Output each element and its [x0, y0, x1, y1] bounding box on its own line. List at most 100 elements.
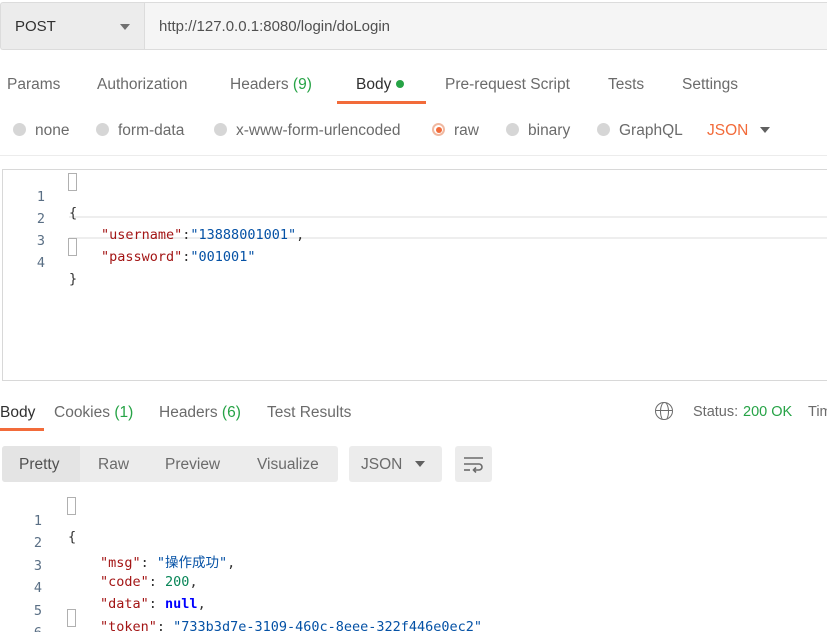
json-value: "001001" [190, 249, 256, 265]
tab-headers[interactable]: Headers (9) [230, 76, 312, 94]
radio-label: form-data [118, 122, 185, 139]
time-label: Tim [808, 404, 827, 420]
url-text: http://127.0.0.1:8080/login/doLogin [159, 18, 391, 35]
json-value: null [165, 596, 198, 612]
response-format-dropdown[interactable]: JSON [349, 446, 442, 482]
tab-pre-request-script[interactable]: Pre-request Script [445, 76, 570, 94]
code-content: "password":"001001" [101, 249, 255, 265]
json-value: "13888001001" [190, 227, 297, 243]
json-sep: , [296, 227, 305, 243]
code-line: 4 } [3, 239, 77, 287]
tab-label: Body [0, 404, 36, 421]
json-key: "data" [100, 596, 149, 612]
radio-binary[interactable]: binary [506, 122, 570, 140]
active-tab-indicator [0, 428, 44, 431]
tab-response-body[interactable]: Body [0, 404, 35, 422]
tab-test-results[interactable]: Test Results [267, 404, 351, 422]
code-content: "username":"13888001001", [101, 227, 304, 243]
code-content: "code": 200, [100, 574, 198, 590]
code-line: 5 "token": "733b3d7e-3109-460c-8eee-322f… [0, 587, 482, 632]
tab-label: Headers [230, 76, 289, 93]
radio-form-data[interactable]: form-data [96, 122, 184, 140]
code-line: 3 "code": 200, [0, 542, 198, 590]
radio-circle-icon [597, 123, 610, 136]
radio-selected-icon [432, 123, 445, 136]
body-format-dropdown[interactable]: JSON [707, 122, 748, 140]
tab-cookies[interactable]: Cookies (1) [54, 404, 133, 422]
method-dropdown[interactable]: POST [0, 2, 144, 50]
url-input[interactable]: http://127.0.0.1:8080/login/doLogin [144, 2, 827, 50]
tab-label: Headers [159, 404, 218, 421]
tab-body[interactable]: Body [356, 76, 405, 94]
active-tab-indicator [337, 101, 426, 104]
tab-response-headers[interactable]: Headers (6) [159, 404, 241, 422]
modified-dot-icon [396, 80, 405, 88]
body-type-selector: none form-data x-www-form-urlencoded raw… [0, 108, 827, 156]
radio-label: raw [454, 122, 479, 139]
radio-graphql[interactable]: GraphQL [597, 122, 683, 140]
view-pretty[interactable]: Pretty [19, 456, 59, 474]
tab-authorization[interactable]: Authorization [97, 76, 187, 94]
code-line: 6 } [0, 609, 42, 632]
json-value: "操作成功" [156, 555, 228, 571]
chevron-down-icon[interactable] [760, 127, 770, 133]
json-key: "token" [100, 619, 157, 632]
view-visualize[interactable]: Visualize [257, 456, 319, 474]
tab-settings[interactable]: Settings [682, 76, 738, 94]
wrap-lines-button[interactable] [455, 446, 492, 482]
tab-label: Cookies [54, 404, 110, 421]
code-line: 2 "username":"13888001001", [3, 195, 304, 243]
chevron-down-icon [415, 461, 425, 467]
code-line: 4 "data": null, [0, 564, 206, 612]
tab-count: (1) [114, 404, 134, 421]
brace-match-highlight [68, 238, 77, 256]
request-url-bar: POST http://127.0.0.1:8080/login/doLogin [0, 0, 827, 52]
response-view-toolbar: Pretty Raw Preview Visualize [2, 446, 338, 482]
code-content: "token": "733b3d7e-3109-460c-8eee-322f44… [100, 619, 482, 632]
json-key: "code" [100, 574, 149, 590]
radio-circle-icon [13, 123, 26, 136]
request-tabs: Params Authorization Headers (9) Body Pr… [0, 60, 827, 108]
brace-match-highlight [68, 173, 77, 191]
view-preview[interactable]: Preview [165, 456, 220, 474]
tab-label: Authorization [97, 76, 188, 93]
tab-count: (9) [292, 76, 312, 93]
json-value: 200 [165, 574, 190, 590]
radio-none[interactable]: none [13, 122, 69, 140]
brace-match-highlight [67, 497, 76, 515]
json-key: "msg" [100, 555, 141, 571]
radio-circle-icon [214, 123, 227, 136]
tab-label: Params [7, 76, 61, 93]
view-raw[interactable]: Raw [98, 456, 129, 474]
code-line: 3 "password":"001001" [3, 217, 256, 265]
format-label: JSON [361, 456, 403, 473]
brace-match-highlight [67, 609, 76, 627]
radio-circle-icon [506, 123, 519, 136]
radio-label: GraphQL [619, 122, 683, 139]
code-brace: } [69, 271, 78, 287]
code-line: 2 "msg": "操作成功", [0, 519, 235, 571]
radio-label: x-www-form-urlencoded [236, 122, 401, 139]
tab-label: Body [356, 76, 392, 93]
tab-count: (6) [221, 404, 241, 421]
code-content: "msg": "操作成功", [100, 555, 236, 571]
method-label: POST [15, 18, 56, 35]
code-line: 1 { [0, 497, 76, 545]
tab-params[interactable]: Params [7, 76, 60, 94]
code-brace: { [68, 529, 77, 545]
request-body-editor[interactable]: 1 { 2 "username":"13888001001", 3 "passw… [2, 169, 827, 381]
code-brace: { [69, 205, 78, 221]
wrap-lines-icon [464, 457, 483, 473]
tab-label: Pre-request Script [445, 76, 570, 93]
line-number: 4 [36, 255, 45, 271]
globe-icon[interactable] [655, 402, 673, 420]
response-tabs: Body Cookies (1) Headers (6) Test Result… [0, 392, 827, 434]
code-content: "data": null, [100, 596, 206, 612]
json-key: "username" [101, 227, 183, 243]
json-value: "733b3d7e-3109-460c-8eee-322f446e0ec2" [173, 619, 483, 632]
tab-tests[interactable]: Tests [608, 76, 644, 94]
radio-label: none [35, 122, 70, 139]
radio-raw[interactable]: raw [432, 122, 479, 140]
code-line: 1 { [3, 173, 77, 221]
radio-x-www-form-urlencoded[interactable]: x-www-form-urlencoded [214, 122, 401, 140]
